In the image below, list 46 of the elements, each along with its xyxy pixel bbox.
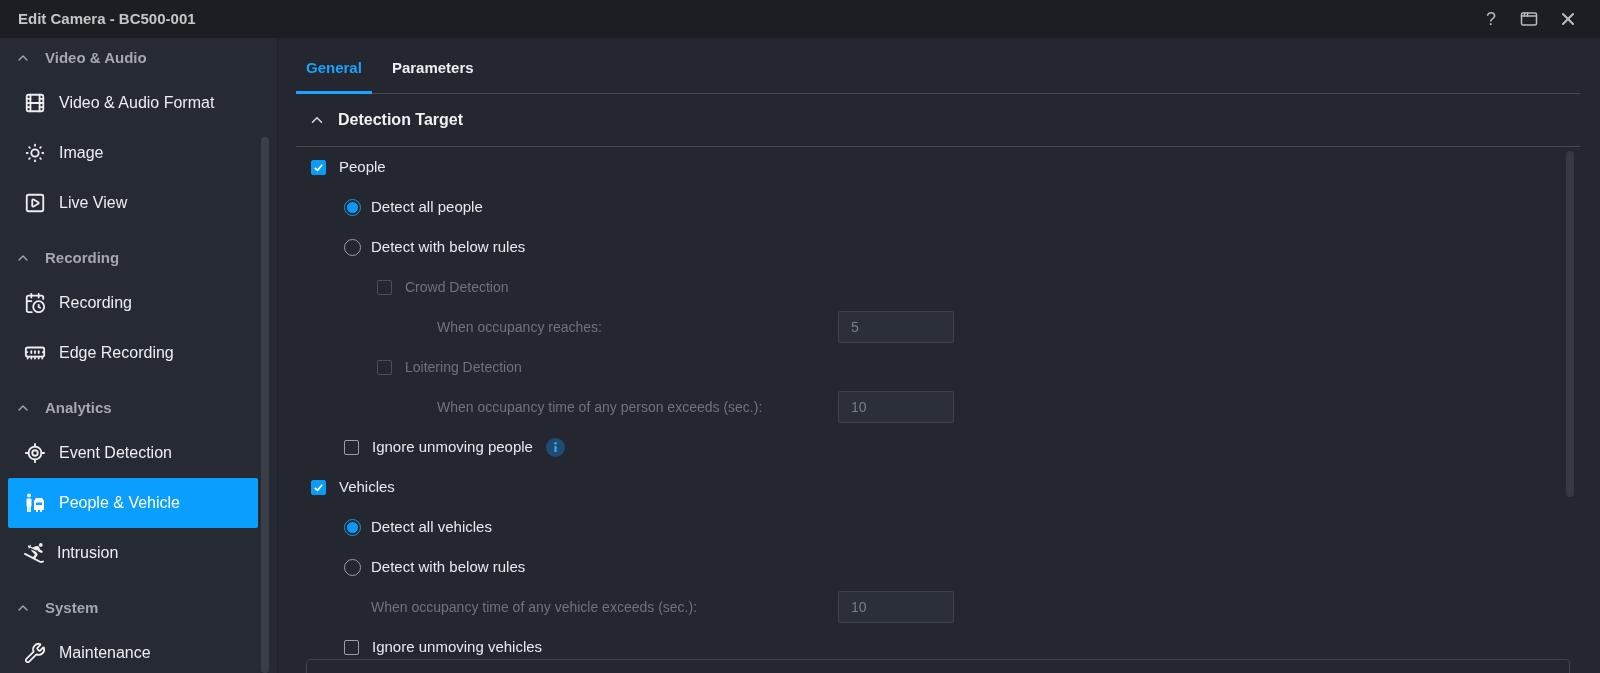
section-heading: Detection Target [338, 110, 464, 130]
checkbox-label: Vehicles [339, 476, 395, 497]
person-car-icon [24, 492, 46, 514]
checkbox[interactable] [344, 439, 359, 455]
sidebar-item[interactable]: Edge Recording [8, 328, 258, 378]
play-icon [24, 192, 46, 214]
sidebar-item[interactable]: Intrusion [8, 528, 258, 578]
group-heading: Analytics [45, 397, 112, 418]
sidebar-item[interactable]: Image [8, 128, 258, 178]
group-heading: System [45, 597, 99, 618]
radio-label: Detect with below rules [371, 236, 526, 257]
checkbox-label: Ignore unmoving people [372, 436, 533, 457]
film-icon [24, 92, 46, 114]
window-title: Edit Camera - BC500-001 [18, 8, 196, 29]
sidebar-item[interactable]: Live View [8, 178, 258, 228]
wrench-icon [24, 642, 46, 664]
maximize-icon[interactable] [1520, 10, 1538, 28]
check-icon [313, 161, 324, 173]
tab[interactable]: Parameters [381, 38, 484, 94]
field-label: When occupancy time of any vehicle exceeds (sec.): [371, 599, 698, 615]
sidebar-item[interactable]: Event Detection [8, 428, 258, 478]
calendar-clock-icon [24, 292, 46, 314]
sidebar-item[interactable]: Maintenance [8, 628, 258, 673]
radio-label: Detect with below rules [371, 556, 526, 577]
info-icon[interactable] [545, 437, 565, 457]
help-button[interactable]: ? [1482, 10, 1500, 28]
tab[interactable]: General [296, 38, 372, 94]
sidebar-item[interactable]: Video & Audio Format [8, 78, 258, 128]
radio-label: Detect all people [371, 196, 483, 217]
group-heading: Recording [45, 247, 120, 268]
skier-icon [24, 543, 44, 563]
sidebar-item[interactable]: Recording [8, 278, 258, 328]
check-icon [313, 481, 324, 493]
checkbox-label: Crowd Detection [405, 277, 509, 297]
brightness-icon [24, 142, 46, 164]
checkbox[interactable] [311, 159, 326, 175]
checkbox-label: Loitering Detection [405, 357, 522, 377]
radio-label: Detect all vehicles [371, 516, 492, 537]
checkbox[interactable] [311, 479, 326, 495]
checkbox-label: Ignore unmoving vehicles [372, 636, 543, 657]
crosshair-icon [24, 442, 46, 464]
group-heading: Video & Audio [45, 47, 147, 68]
field-label: When occupancy time of any person exceeds (sec.): [437, 399, 763, 415]
field-label: When occupancy reaches: [437, 319, 602, 335]
checkbox[interactable] [344, 639, 359, 655]
checkbox-label: People [339, 156, 386, 177]
